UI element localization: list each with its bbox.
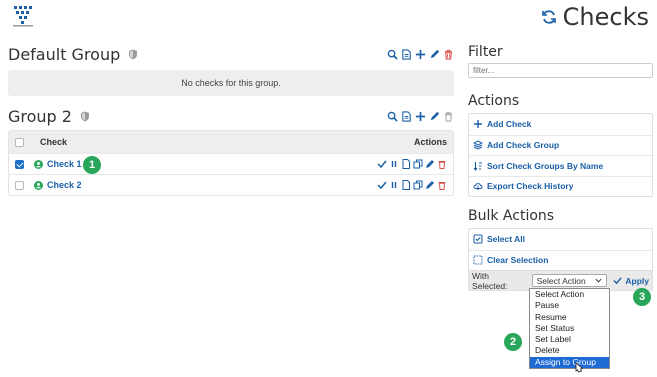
copy-icon[interactable] (413, 180, 423, 190)
layers-icon (473, 140, 483, 150)
document-icon[interactable] (401, 110, 412, 122)
select-all-button[interactable]: Select All (469, 229, 652, 250)
column-header-check: Check (40, 137, 68, 147)
dropdown-option[interactable]: Resume (530, 312, 609, 323)
action-label: Sort Check Groups By Name (487, 160, 604, 171)
dropdown-option[interactable]: Set Label (530, 334, 609, 345)
select-all-checkbox[interactable] (15, 137, 24, 147)
bulk-action-select[interactable]: Select Action (531, 274, 608, 287)
callout-badge: 1 (83, 156, 101, 174)
pause-icon[interactable] (389, 180, 399, 190)
check-name-link[interactable]: Check 1 (47, 159, 82, 169)
dashed-square-icon (473, 255, 483, 265)
actions-list: Add Check Add Check Group Sort Check Gro… (468, 113, 653, 197)
pencil-icon[interactable] (429, 111, 440, 122)
pencil-icon[interactable] (429, 49, 440, 60)
app-logo-icon (13, 6, 33, 27)
apply-button[interactable]: Apply (613, 276, 649, 286)
checkmark-icon[interactable] (377, 159, 387, 169)
bulk-action-dropdown: Select Action Pause Resume Set Status Se… (529, 288, 610, 370)
filter-title: Filter (468, 44, 503, 60)
action-label: Add Check (487, 119, 532, 130)
plus-icon (474, 120, 482, 129)
page-title: Checks (562, 3, 649, 31)
default-group-panel: Default Group No checks for this group. (8, 44, 454, 96)
dropdown-option[interactable]: Pause (530, 300, 609, 311)
callout-badge: 2 (504, 333, 522, 351)
checkbox-checked-icon (473, 234, 483, 244)
select-value: Select Action (536, 275, 586, 286)
row-checkbox[interactable] (15, 159, 24, 169)
checks-table: Check Actions Check 1 1 Check 2 (8, 130, 454, 196)
add-check-group-button[interactable]: Add Check Group (469, 134, 652, 156)
trash-icon[interactable] (443, 49, 454, 60)
document-icon[interactable] (401, 180, 411, 190)
group-2-panel: Group 2 Check Actions Check 1 1 Check 2 (8, 106, 454, 196)
bulk-actions-section: Bulk Actions Select All Clear Selection … (468, 208, 653, 291)
bulk-actions-list: Select All Clear Selection With Selected… (468, 228, 653, 291)
actions-title: Actions (468, 93, 520, 109)
plus-icon[interactable] (415, 111, 426, 122)
trash-icon[interactable] (437, 180, 447, 190)
bulk-label: Clear Selection (487, 255, 549, 266)
user-status-icon (34, 159, 43, 169)
group-toolbar (387, 110, 454, 122)
pencil-icon[interactable] (425, 159, 435, 169)
table-row: Check 2 (9, 174, 453, 195)
shield-icon[interactable] (80, 111, 90, 122)
dropdown-option[interactable]: Select Action (530, 289, 609, 300)
bulk-actions-title: Bulk Actions (468, 208, 555, 224)
trash-icon[interactable] (443, 111, 454, 122)
dropdown-option[interactable]: Delete (530, 345, 609, 356)
empty-group-message: No checks for this group. (8, 70, 454, 96)
search-icon[interactable] (387, 111, 398, 122)
filter-section: Filter (468, 44, 653, 78)
user-status-icon (34, 180, 43, 190)
callout-badge: 3 (633, 288, 651, 306)
row-checkbox[interactable] (15, 180, 24, 190)
actions-section: Actions Add Check Add Check Group Sort C… (468, 93, 653, 197)
with-selected-label: With Selected: (472, 270, 508, 291)
refresh-icon[interactable] (541, 9, 557, 25)
chevron-down-icon (595, 278, 602, 283)
row-actions (377, 180, 447, 190)
plus-icon[interactable] (415, 49, 426, 60)
filter-input[interactable] (468, 63, 653, 78)
pencil-icon[interactable] (425, 180, 435, 190)
sort-groups-button[interactable]: Sort Check Groups By Name (469, 155, 652, 176)
trash-icon[interactable] (437, 159, 447, 169)
action-label: Export Check History (487, 181, 574, 192)
cloud-download-icon (473, 183, 483, 191)
check-name-link[interactable]: Check 2 (47, 180, 82, 190)
action-label: Add Check Group (487, 140, 560, 151)
apply-label: Apply (625, 275, 649, 286)
page-header: Checks (541, 3, 649, 31)
pause-icon[interactable] (389, 159, 399, 169)
checkmark-icon (613, 277, 622, 285)
group-toolbar (387, 48, 454, 60)
add-check-button[interactable]: Add Check (469, 114, 652, 135)
shield-icon[interactable] (128, 49, 138, 60)
table-row: Check 1 1 (9, 153, 453, 174)
column-header-actions: Actions (413, 137, 447, 147)
document-icon[interactable] (401, 159, 411, 169)
bulk-label: Select All (487, 234, 525, 245)
dropdown-option[interactable]: Set Status (530, 323, 609, 334)
mouse-cursor-icon (575, 362, 583, 373)
group-title: Group 2 (8, 106, 72, 126)
document-icon[interactable] (401, 48, 412, 60)
table-header: Check Actions (9, 131, 453, 153)
clear-selection-button[interactable]: Clear Selection (469, 249, 652, 271)
export-history-button[interactable]: Export Check History (469, 175, 652, 197)
group-title: Default Group (8, 44, 121, 64)
row-actions (377, 159, 447, 169)
sort-icon (473, 161, 482, 171)
search-icon[interactable] (387, 49, 398, 60)
dropdown-option-highlighted[interactable]: Assign to Group (530, 356, 609, 369)
copy-icon[interactable] (413, 159, 423, 169)
with-selected-bar: With Selected: Select Action Apply (469, 270, 652, 291)
checkmark-icon[interactable] (377, 180, 387, 190)
